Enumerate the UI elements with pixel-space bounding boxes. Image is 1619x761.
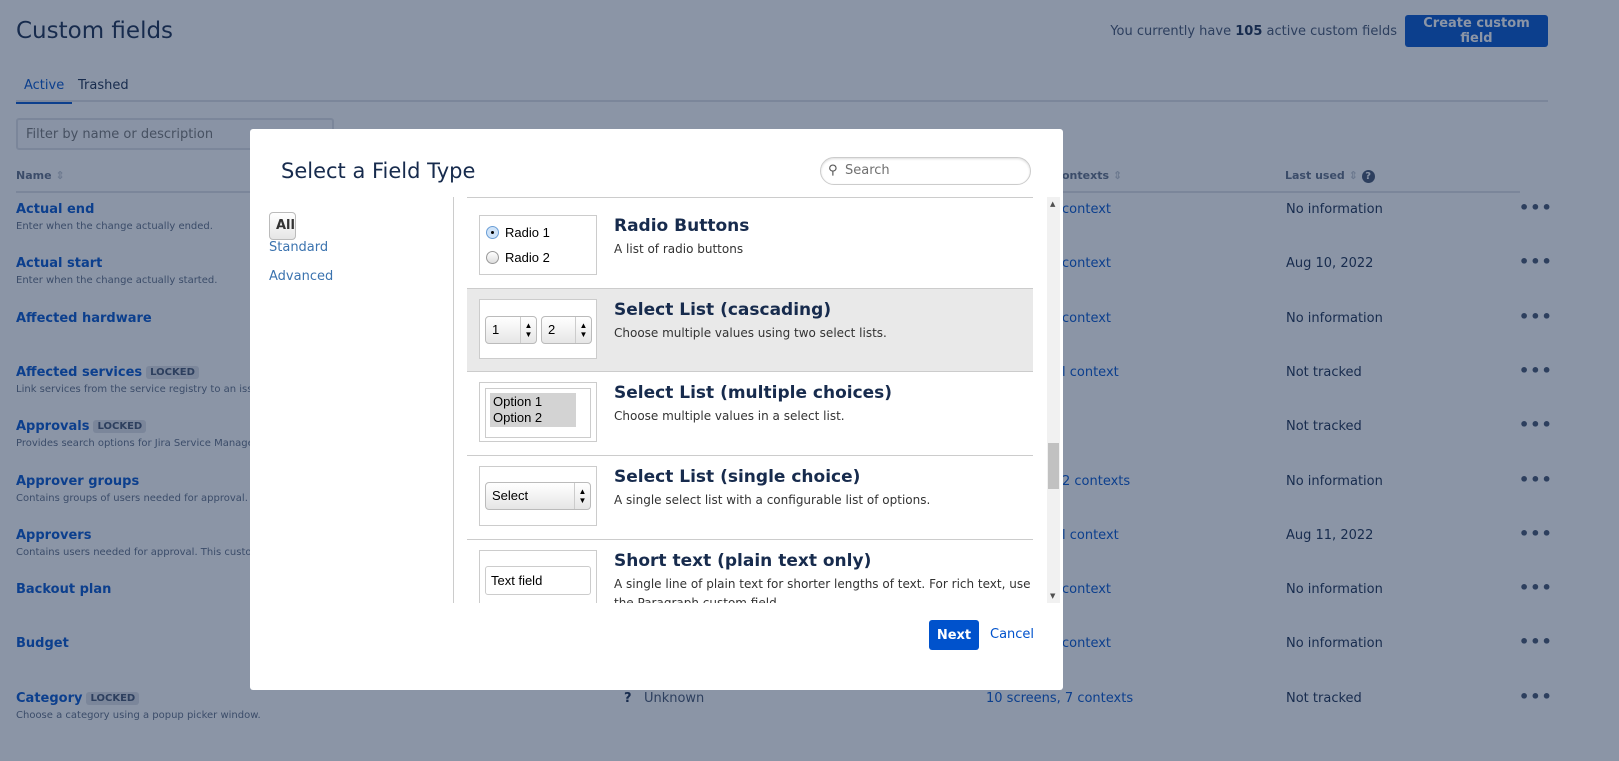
field-type-radio-buttons[interactable]: Radio 1 Radio 2 Radio Buttons A list of … [467,205,1033,289]
item-desc: A single line of plain text for shorter … [614,577,1031,603]
select-field-type-dialog: Select a Field Type ⚲ Search All Standard… [250,129,1063,690]
nav-advanced[interactable]: Advanced [269,269,333,284]
nav-divider [453,197,454,603]
item-desc: Choose multiple values in a select list. [614,409,845,423]
multiselect-preview: Option 1 Option 2 [479,382,597,442]
item-desc: A single select list with a configurable… [614,493,931,507]
dialog-title: Select a Field Type [281,159,476,183]
item-title: Select List (cascading) [614,300,832,320]
scroll-thumb[interactable] [1048,443,1059,489]
textfield-preview: Text field [479,550,597,603]
nav-standard[interactable]: Standard [269,240,328,255]
select-2: 2 ▲ ▼ [541,316,592,344]
nav-all[interactable]: All [269,212,296,240]
updown-icon: ▲ ▼ [574,483,590,509]
select-preview: Select ▲ ▼ [479,466,597,526]
updown-icon: ▲ ▼ [520,317,536,343]
item-title: Short text (plain text only) [614,551,872,571]
field-type-short-text[interactable]: Text field Short text (plain text only) … [467,540,1033,603]
updown-icon: ▲ ▼ [575,317,591,343]
scroll-up-icon: ▲ [1050,200,1056,208]
field-type-list: Radio 1 Radio 2 Radio Buttons A list of … [467,197,1033,603]
cancel-link[interactable]: Cancel [990,627,1034,642]
select-1: 1 ▲ ▼ [485,316,537,344]
radio-selected-icon [486,226,499,239]
next-button[interactable]: Next [929,620,979,650]
radio-unselected-icon [486,251,499,264]
item-title: Radio Buttons [614,216,750,236]
item-title: Select List (multiple choices) [614,383,893,403]
field-type-select-multiple[interactable]: Option 1 Option 2 Select List (multiple c… [467,372,1033,456]
radio-preview: Radio 1 Radio 2 [479,215,597,275]
item-title: Select List (single choice) [614,467,861,487]
field-type-search[interactable]: ⚲ Search [820,157,1031,185]
field-type-select-cascading[interactable]: 1 ▲ ▼ 2 ▲ ▼ Select List (cascading) Choose m… [467,289,1033,372]
cascading-preview: 1 ▲ ▼ 2 ▲ ▼ [479,299,597,359]
item-desc: A list of radio buttons [614,242,744,256]
item-desc: Choose multiple values using two select … [614,326,887,340]
field-type-select-single[interactable]: Select ▲ ▼ Select List (single choice) A s… [467,456,1033,540]
search-icon: ⚲ [828,163,838,178]
scroll-down-icon: ▼ [1050,592,1056,600]
list-scrollbar[interactable]: ▲ ▼ [1047,197,1060,603]
